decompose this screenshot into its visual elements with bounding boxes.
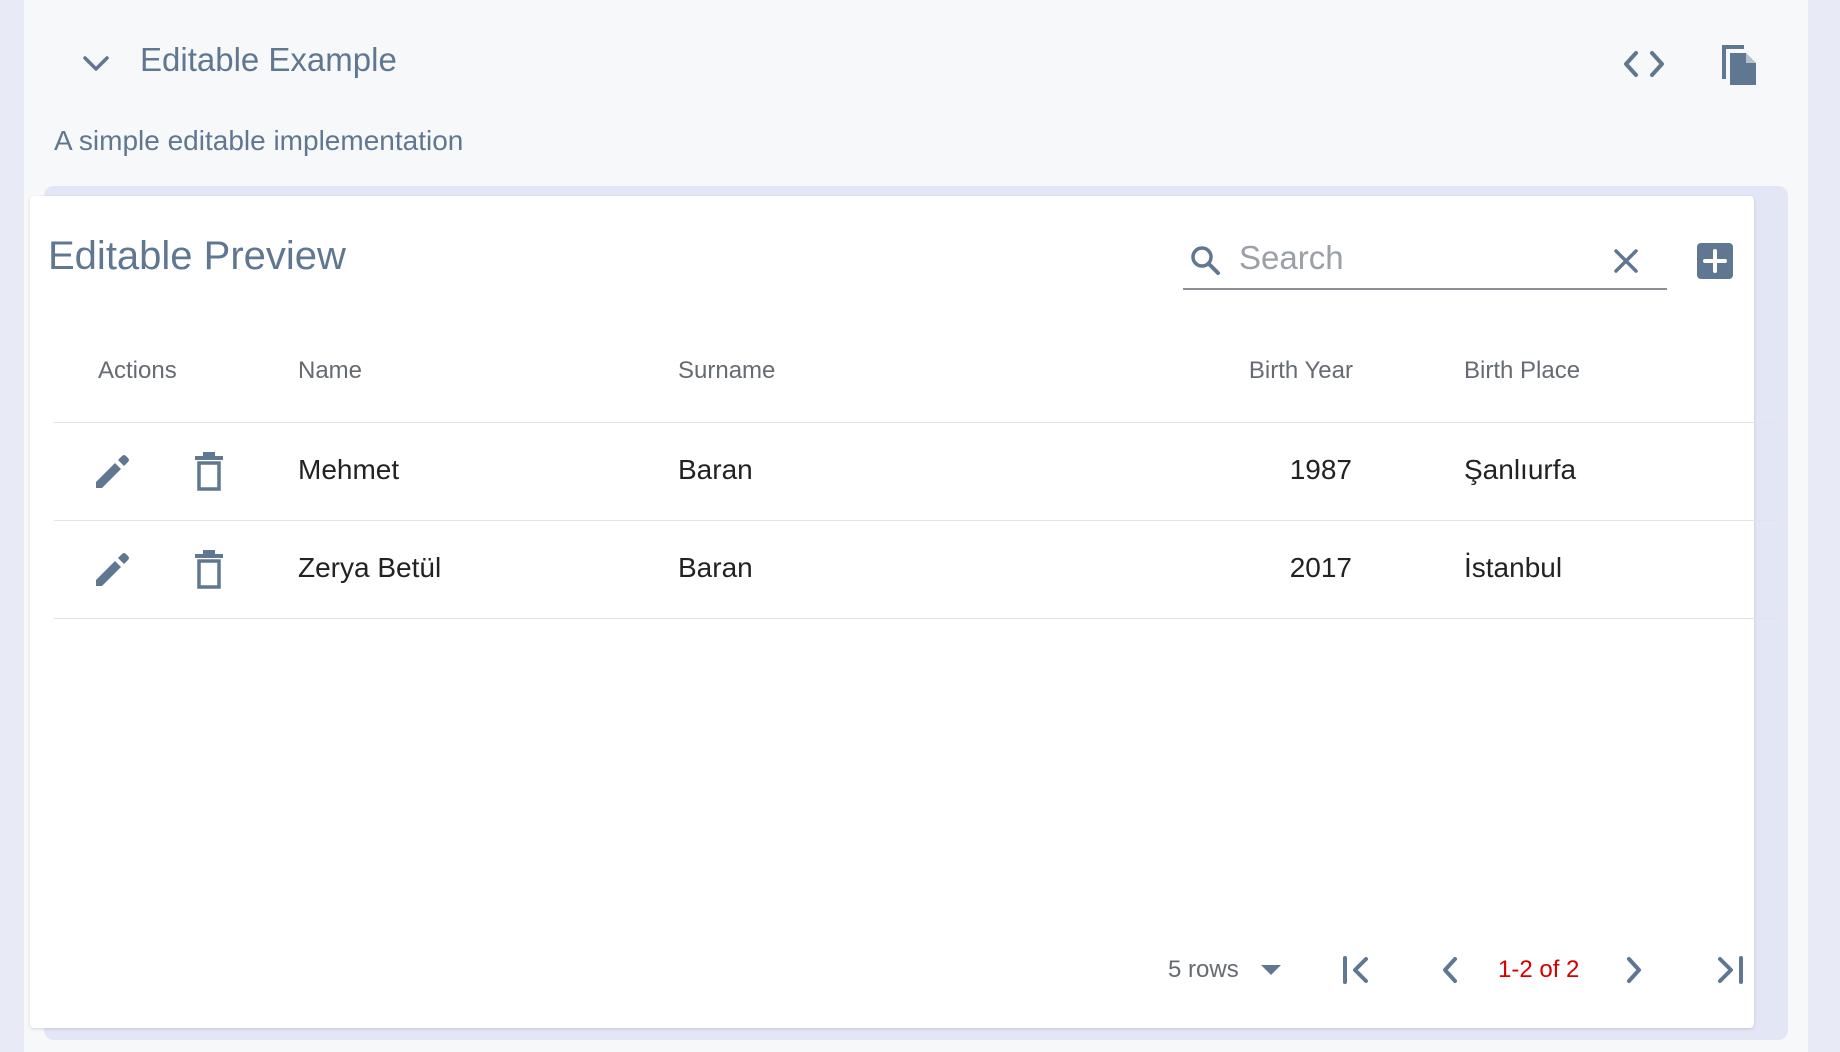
close-icon	[1614, 249, 1638, 273]
delete-button[interactable]	[186, 546, 232, 592]
edit-icon	[96, 455, 129, 488]
first-page-button[interactable]	[1334, 948, 1378, 992]
clear-search-button[interactable]	[1605, 240, 1647, 282]
search-input[interactable]	[1239, 236, 1599, 280]
caret-down-icon	[1260, 965, 1281, 975]
delete-button[interactable]	[186, 448, 232, 494]
edit-button[interactable]	[89, 546, 135, 592]
rows-per-page-label: 5 rows	[1168, 956, 1239, 983]
cell-surname: Baran	[678, 552, 753, 583]
column-header-name[interactable]: Name	[298, 356, 362, 386]
code-icon	[1624, 51, 1664, 77]
first-page-icon	[1343, 956, 1368, 984]
table-title: Editable Preview	[48, 234, 346, 278]
chevron-right-icon	[1627, 957, 1641, 983]
page-info: 1-2 of 2	[1498, 956, 1580, 983]
cell-birth-place: İstanbul	[1464, 552, 1563, 583]
last-page-icon	[1718, 956, 1743, 984]
example-description: A simple editable implementation	[54, 125, 464, 156]
search-icon	[1185, 240, 1225, 280]
editable-table-card	[30, 196, 1754, 1028]
cell-birth-year: 1987	[1289, 454, 1352, 485]
header-divider	[54, 422, 1778, 423]
add-row-button[interactable]	[1694, 240, 1736, 282]
delete-icon	[195, 452, 223, 491]
edit-button[interactable]	[89, 448, 135, 494]
row-divider	[54, 520, 1778, 521]
edit-icon	[96, 553, 129, 586]
search-field	[1183, 232, 1667, 290]
cell-surname: Baran	[678, 454, 753, 485]
column-header-surname[interactable]: Surname	[678, 356, 775, 386]
chevron-left-icon	[1443, 957, 1457, 983]
example-title: Editable Example	[140, 41, 397, 78]
add-box-icon	[1697, 243, 1733, 279]
rows-per-page-select[interactable]: 5 rows	[1168, 950, 1281, 990]
chevron-down-icon	[83, 56, 109, 71]
cell-birth-place: Şanlıurfa	[1464, 454, 1577, 485]
column-header-birth-place[interactable]: Birth Place	[1464, 356, 1580, 386]
collapse-toggle[interactable]	[76, 44, 116, 84]
column-header-actions: Actions	[98, 357, 177, 384]
delete-icon	[195, 550, 223, 589]
view-code-button[interactable]	[1618, 42, 1670, 86]
copy-icon	[1722, 45, 1756, 85]
previous-page-button[interactable]	[1428, 948, 1472, 992]
cell-birth-year: 2017	[1289, 552, 1352, 583]
column-header-birth-year[interactable]: Birth Year	[1249, 356, 1353, 386]
row-divider	[54, 618, 1778, 619]
last-page-button[interactable]	[1708, 948, 1752, 992]
cell-name: Mehmet	[298, 454, 400, 485]
example-header: Editable Example	[24, 0, 1808, 120]
cell-name: Zerya Betül	[298, 552, 442, 583]
next-page-button[interactable]	[1612, 948, 1656, 992]
copy-button[interactable]	[1714, 38, 1764, 90]
